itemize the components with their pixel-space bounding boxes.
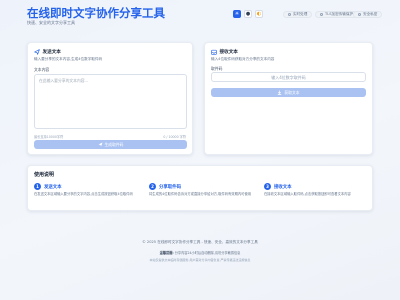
shield-icon <box>358 13 361 16</box>
app-subtitle: 快速、安全的文字分享工具 <box>27 20 75 25</box>
moon-icon[interactable]: ● <box>244 10 252 18</box>
generate-code-button[interactable]: 生成取件码 <box>34 140 187 149</box>
pickup-code-input[interactable] <box>211 72 366 82</box>
get-text-button[interactable]: 获取文本 <box>211 88 366 97</box>
theme-switcher: ☀ ● ◐ <box>233 10 263 18</box>
auto-theme-icon[interactable]: ◐ <box>255 10 263 18</box>
guide-step: 3 接收文本 在接收文本区域输入取件码,点击获取按钮即可查看文本内容 <box>264 183 372 197</box>
send-card-title: 发送文本 <box>34 49 61 55</box>
usage-guide: 使用说明 1 发送文本 在发送文本区域输入要分享的文字内容,点击生成按钮获取4位… <box>27 165 373 211</box>
step-number: 2 <box>149 183 156 190</box>
step-title: 分享取件码 <box>159 184 181 190</box>
status-badge-encryption: TLS加密传输保护 <box>315 11 359 18</box>
step-description: 将生成的4位取件码告诉对方或直接分享给对方,取件码有效期内可使用 <box>149 192 252 196</box>
send-card-description: 输入要分享的文本内容,生成4位数字取件码 <box>34 57 103 61</box>
download-icon <box>278 90 282 95</box>
app-header: 在线即时文字协作分享工具 快速、安全的文字分享工具 ☀ ● ◐ 实时处理 TLS… <box>27 5 383 27</box>
inbox-icon <box>211 49 217 55</box>
status-badge-realtime: 实时处理 <box>283 11 313 18</box>
receive-card: 接收文本 输入4位取件码获取对方分享的文本内容 取件码 获取文本 <box>204 42 373 155</box>
clock-icon <box>288 13 291 16</box>
guide-step: 1 发送文本 在发送文本区域输入要分享的文字内容,点击生成按钮获取4位取件码 <box>34 183 142 197</box>
step-number: 1 <box>34 183 41 190</box>
status-badge-privacy: 安全私密 <box>353 11 383 18</box>
receive-card-description: 输入4位取件码获取对方分享的文本内容 <box>211 57 275 61</box>
send-icon <box>98 142 102 147</box>
step-description: 在接收文本区域输入取件码,点击获取按钮即可查看文本内容 <box>264 192 351 196</box>
max-length-hint: 最长支持10000字符 <box>34 135 64 139</box>
app-title: 在线即时文字协作分享工具 <box>27 8 165 20</box>
step-title: 发送文本 <box>44 184 62 190</box>
step-description: 在发送文本区域输入要分享的文字内容,点击生成按钮获取4位取件码 <box>34 192 133 196</box>
sun-icon[interactable]: ☀ <box>233 10 241 18</box>
send-icon <box>34 49 40 55</box>
notice-label: 温馨提醒: <box>159 251 174 255</box>
lock-icon <box>320 13 323 16</box>
text-content-label: 文本内容 <box>34 67 50 72</box>
step-title: 接收文本 <box>274 184 292 190</box>
receive-card-title: 接收文本 <box>211 49 238 55</box>
disclaimer-text: 本站仅提供文本临时存储服务,用户需对分享内容负责,严禁传播违法违规信息 <box>149 258 251 262</box>
copyright-text: © 2025 在线即时文字协作分享工具 - 快速、安全、高效的文本分享工具 <box>142 240 258 244</box>
notice-body: 分享内容24小时后自动删除,请勿分享敏感信息 <box>174 251 241 255</box>
char-counter: 0 / 10000 字符 <box>163 135 186 139</box>
text-content-input[interactable] <box>34 74 187 129</box>
notice-text: 温馨提醒: 分享内容24小时后自动删除,请勿分享敏感信息 <box>20 250 380 255</box>
guide-step: 2 分享取件码 将生成的4位取件码告诉对方或直接分享给对方,取件码有效期内可使用 <box>149 183 257 197</box>
step-number: 3 <box>264 183 271 190</box>
guide-title: 使用说明 <box>34 172 55 178</box>
send-card: 发送文本 输入要分享的文本内容,生成4位数字取件码 文本内容 最长支持10000… <box>27 42 193 155</box>
